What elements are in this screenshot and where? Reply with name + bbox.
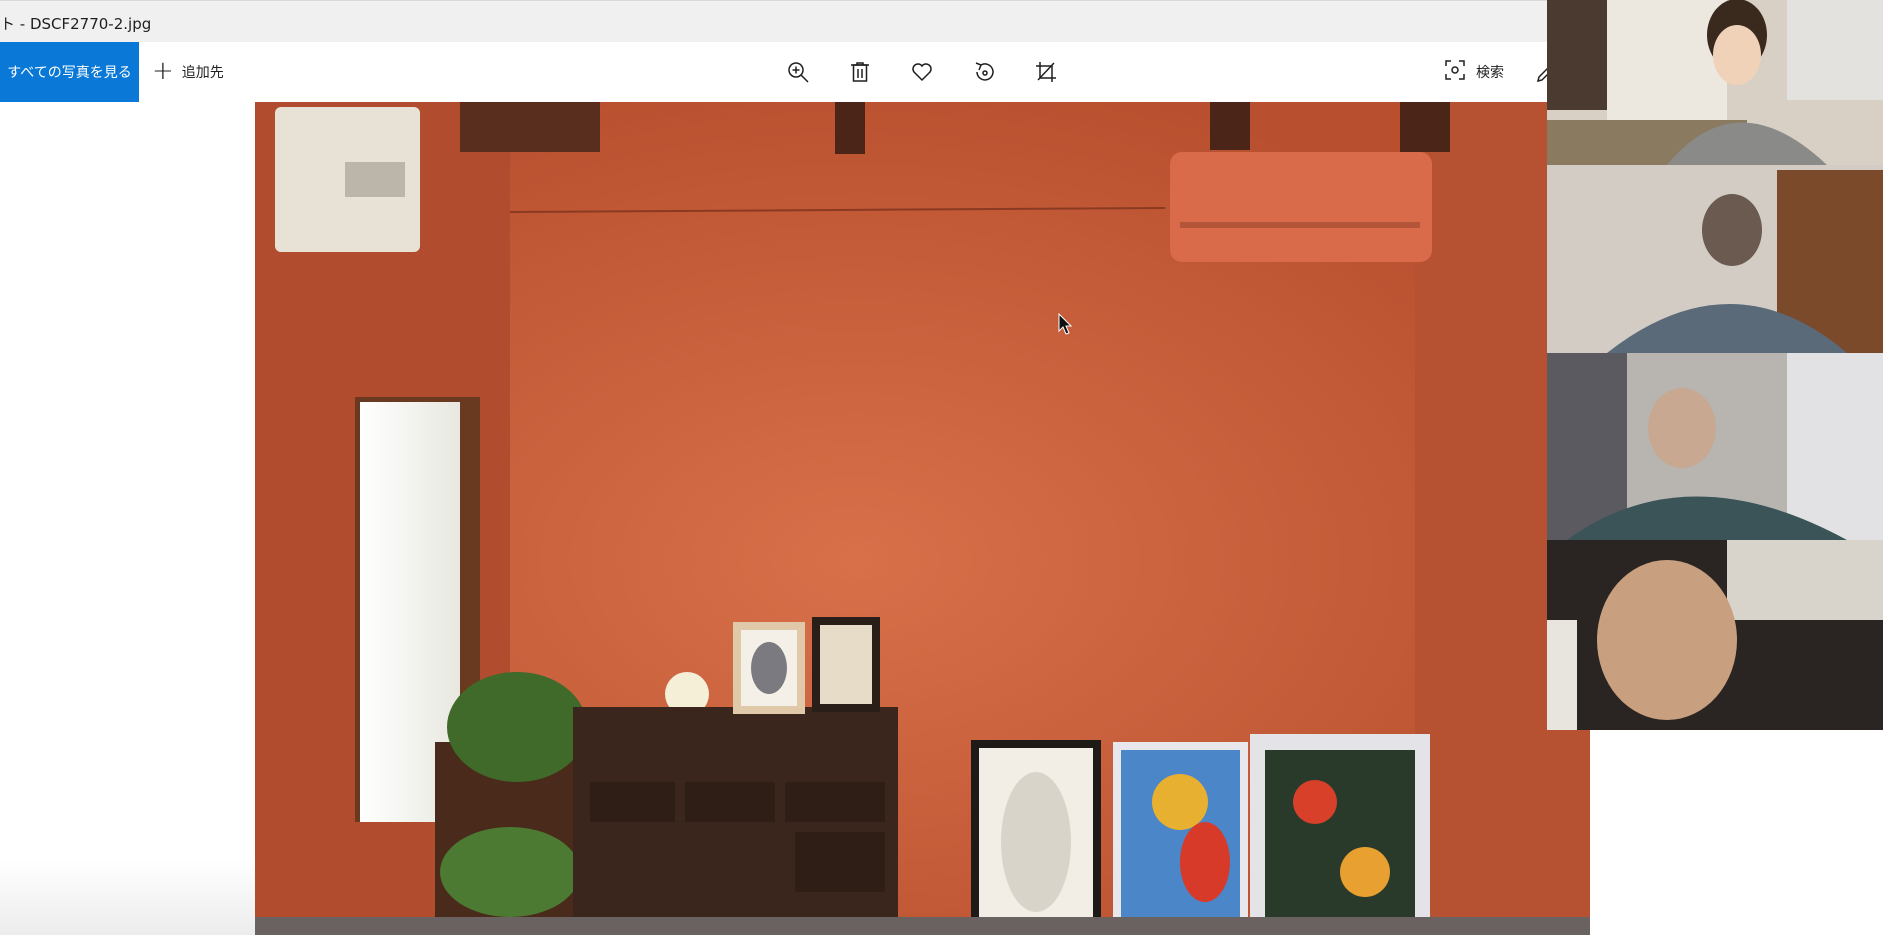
plus-icon: + xyxy=(152,56,174,86)
participant-video-4[interactable] xyxy=(1547,540,1883,730)
mouse-cursor-icon xyxy=(1058,312,1073,335)
favorite-icon[interactable] xyxy=(906,56,938,88)
delete-icon[interactable] xyxy=(844,56,876,88)
add-to-button[interactable]: + 追加先 xyxy=(152,42,224,102)
visual-search-icon xyxy=(1444,59,1466,85)
video-call-panel xyxy=(1547,0,1883,730)
window-bottom-edge xyxy=(0,860,255,935)
window-title: ト - DSCF2770-2.jpg xyxy=(0,15,152,33)
search-label: 検索 xyxy=(1476,65,1504,81)
photo-viewer-image[interactable] xyxy=(255,102,1590,935)
see-all-photos-button[interactable]: すべての写真を見る xyxy=(0,42,139,102)
zoom-in-icon[interactable] xyxy=(782,56,814,88)
visual-search-button[interactable]: 検索 xyxy=(1444,42,1504,102)
add-to-label: 追加先 xyxy=(181,65,224,81)
participant-video-2[interactable] xyxy=(1547,165,1883,353)
crop-icon[interactable] xyxy=(1030,56,1062,88)
title-bar: ト - DSCF2770-2.jpg xyxy=(0,0,1547,42)
toolbar: すべての写真を見る + 追加先 検索 xyxy=(0,42,1551,102)
rotate-icon[interactable] xyxy=(968,56,1000,88)
participant-video-1[interactable] xyxy=(1547,0,1883,165)
participant-video-3[interactable] xyxy=(1547,353,1883,540)
